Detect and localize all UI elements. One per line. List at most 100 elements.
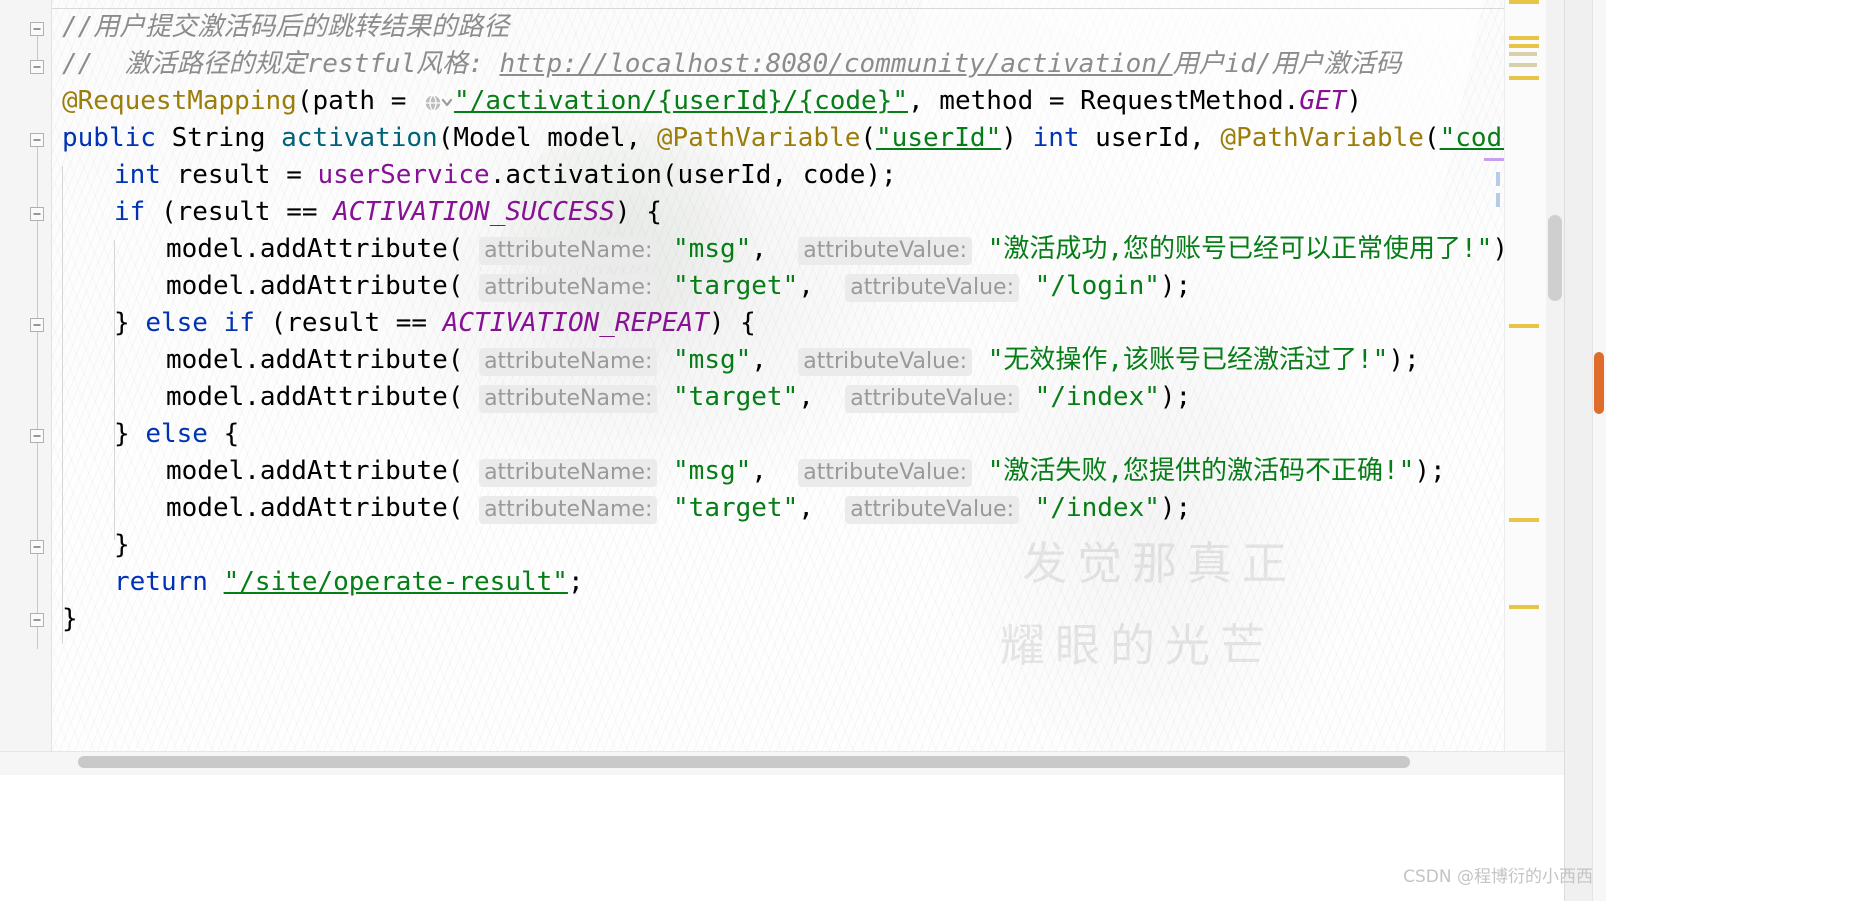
code-token: attributeName:: [479, 496, 658, 524]
code-token: "/index": [1019, 382, 1160, 412]
right-blank-panel: [1606, 0, 1865, 901]
code-line[interactable]: model.addAttribute( attributeName: "msg"…: [166, 231, 1504, 268]
code-token: "/login": [1019, 271, 1160, 301]
code-token: attributeValue:: [798, 237, 973, 265]
code-token: int: [1032, 123, 1080, 153]
code-token: .activation(userId, code);: [489, 160, 897, 190]
code-token: attributeName:: [479, 459, 658, 487]
editor-horizontal-scrollbar-thumb[interactable]: [78, 756, 1410, 768]
code-line[interactable]: }: [114, 527, 130, 564]
code-token: ,: [751, 345, 799, 375]
code-token: "msg": [657, 345, 752, 375]
gutter-fold-rail: [37, 147, 38, 207]
error-stripe-marker[interactable]: [1509, 76, 1539, 80]
code-token: http://localhost:8080/community/activati…: [499, 49, 1173, 79]
fold-marker-elseif[interactable]: [30, 318, 44, 332]
code-line[interactable]: model.addAttribute( attributeName: "targ…: [166, 268, 1191, 305]
editor-vertical-scrollbar-thumb[interactable]: [1548, 215, 1562, 301]
editor-code-area[interactable]: //用户提交激活码后的跳转结果的路径 // 激活路径的规定restful风格: h…: [52, 0, 1504, 751]
error-stripe-marker[interactable]: [1509, 324, 1539, 328]
code-token: "/site/operate-result": [223, 567, 568, 597]
code-line[interactable]: }: [62, 601, 78, 638]
error-stripe-marker[interactable]: [1509, 0, 1539, 4]
code-token: ,: [798, 382, 846, 412]
fold-marker-comment[interactable]: [30, 22, 44, 36]
code-line[interactable]: // 激活路径的规定restful风格: http://localhost:80…: [62, 46, 1402, 83]
code-token: @PathVariable: [656, 123, 861, 153]
window-vertical-scrollbar-thumb[interactable]: [1594, 352, 1604, 414]
error-stripe-marker[interactable]: [1509, 52, 1537, 56]
code-token: ): [1001, 123, 1033, 153]
error-stripe-marker[interactable]: [1509, 36, 1539, 40]
editor-gutter[interactable]: [0, 0, 52, 751]
window-vertical-scrollbar-track[interactable]: [1592, 0, 1606, 901]
code-token: model.addAttribute(: [166, 456, 480, 486]
code-token: "userId": [876, 123, 1002, 153]
code-line[interactable]: if (result == ACTIVATION_SUCCESS) {: [114, 194, 662, 231]
code-token: "msg": [657, 234, 752, 264]
code-token: (: [1423, 123, 1440, 153]
gutter-fold-rail: [37, 554, 38, 613]
code-token: "/index": [1019, 493, 1160, 523]
code-token: "/activation/{userId}/{code}": [454, 86, 908, 116]
code-token: ) {: [708, 308, 756, 338]
tool-window-stripe-right: Maven: [1564, 0, 1607, 901]
fold-marker-method-end[interactable]: [30, 613, 44, 627]
error-stripe-marker[interactable]: [1509, 44, 1539, 48]
code-token: (result ==: [145, 197, 334, 227]
code-line[interactable]: int result = userService.activation(user…: [114, 157, 897, 194]
code-line[interactable]: model.addAttribute( attributeName: "targ…: [166, 490, 1191, 527]
code-token: attributeName:: [479, 274, 658, 302]
code-token: ,: [751, 456, 799, 486]
code-token: "target": [657, 271, 799, 301]
code-token: ,: [798, 271, 846, 301]
code-line[interactable]: } else if (result == ACTIVATION_REPEAT) …: [114, 305, 756, 342]
code-token: ,: [798, 493, 846, 523]
code-line[interactable]: public String activation(Model model, @P…: [62, 120, 1504, 157]
editor-vertical-scrollbar-track[interactable]: [1546, 0, 1564, 751]
code-token: model.addAttribute(: [166, 345, 480, 375]
code-line[interactable]: return "/site/operate-result";: [114, 564, 584, 601]
fold-marker-method[interactable]: [30, 133, 44, 147]
code-token: );: [1159, 271, 1192, 301]
code-token: );: [1159, 493, 1192, 523]
gutter-fold-rail: [37, 443, 38, 540]
globe-dropdown-icon[interactable]: [424, 87, 453, 124]
fold-marker-end-block[interactable]: [30, 540, 44, 554]
code-token: (path =: [296, 86, 423, 116]
code-token: "msg": [657, 456, 752, 486]
code-line[interactable]: model.addAttribute( attributeName: "msg"…: [166, 453, 1446, 490]
code-line[interactable]: model.addAttribute( attributeName: "msg"…: [166, 342, 1420, 379]
error-stripe-bar[interactable]: [1504, 0, 1546, 751]
indent-guide: [114, 240, 115, 540]
gutter-fold-rail: [37, 627, 38, 649]
gutter-fold-rail: [37, 36, 38, 60]
code-line[interactable]: @RequestMapping(path = "/activation/{use…: [62, 83, 1362, 120]
code-token: "target": [657, 382, 799, 412]
error-stripe-marker[interactable]: [1509, 605, 1539, 609]
fold-marker-else[interactable]: [30, 429, 44, 443]
code-token: }: [114, 308, 146, 338]
code-token: public: [62, 123, 172, 153]
fold-marker-if[interactable]: [30, 207, 44, 221]
code-token: (Model model,: [437, 123, 657, 153]
error-stripe-marker[interactable]: [1509, 518, 1539, 522]
code-line[interactable]: model.addAttribute( attributeName: "targ…: [166, 379, 1191, 416]
code-token: //用户提交激活码后的跳转结果的路径: [62, 12, 510, 42]
code-line[interactable]: } else {: [114, 416, 239, 453]
code-token: userId,: [1079, 123, 1221, 153]
code-token: "激活失败,您提供的激活码不正确!": [972, 456, 1415, 486]
error-stripe-marker[interactable]: [1509, 63, 1537, 67]
code-token: result =: [160, 160, 318, 190]
gutter-fold-rail: [37, 221, 38, 318]
code-line[interactable]: //用户提交激活码后的跳转结果的路径: [62, 9, 509, 46]
code-editor-window: 发觉那真正 耀眼的光芒 //用户提交激活码后的跳转结果的路径// 激活路径的规定…: [0, 0, 1865, 901]
fold-marker-comment-2[interactable]: [30, 60, 44, 74]
code-token: {: [207, 419, 240, 449]
code-token: // 激活路径的规定restful风格:: [62, 49, 500, 79]
code-token: "无效操作,该账号已经激活过了!": [972, 345, 1389, 375]
code-token: "code": [1439, 123, 1504, 153]
code-token: attributeName:: [479, 348, 658, 376]
code-token: attributeValue:: [845, 385, 1020, 413]
